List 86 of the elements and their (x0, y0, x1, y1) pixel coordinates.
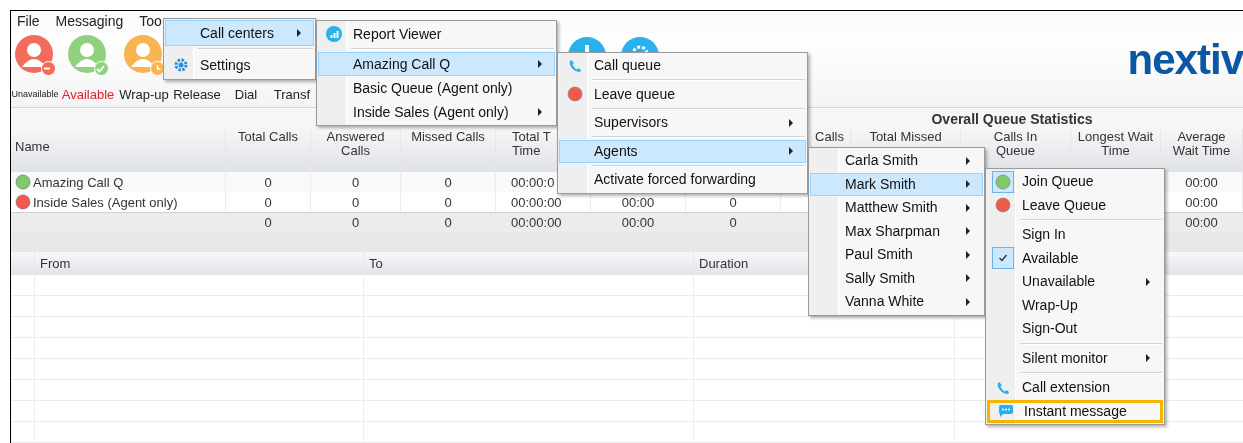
checkbox[interactable] (992, 247, 1014, 270)
menu-item[interactable]: Call centers (165, 20, 314, 46)
toolbar-button-label[interactable]: Transf (273, 84, 311, 105)
menu-item[interactable]: Paul Smith (810, 243, 983, 267)
column-header[interactable]: Total Missed (869, 130, 942, 145)
table-cell-text: 0 (351, 193, 360, 212)
menu-item[interactable]: Activate forced forwarding (559, 168, 806, 192)
column-header[interactable]: To (369, 253, 383, 274)
menu-item[interactable]: Max Sharpman (810, 219, 983, 243)
table-cell-text: 0 (264, 214, 272, 233)
column-header[interactable]: Total T Time (512, 130, 551, 159)
menu-bar-item[interactable]: Messaging (54, 11, 125, 33)
menu-item[interactable]: Sally Smith (810, 266, 983, 290)
menu-item[interactable]: Sign In (987, 223, 1163, 247)
toolbar-button-label[interactable]: Wrap-up (119, 84, 169, 105)
toolbar-button-label[interactable]: Available (61, 84, 115, 105)
table-cell-text: 0 (444, 173, 452, 192)
status-dot-icon (15, 194, 31, 211)
group-header: Overall Queue Statistics (931, 110, 1093, 130)
status-badge-icon (94, 60, 109, 76)
table-cell-text: Amazing Call Q (33, 173, 124, 192)
status-dot-icon (995, 197, 1011, 214)
logo: nextiv (1127, 34, 1243, 85)
menu-item[interactable]: Call extension (987, 376, 1163, 400)
column-header[interactable]: Missed Calls (411, 130, 485, 145)
menu-item[interactable]: Report Viewer (318, 22, 555, 46)
table-cell-text: 0 (351, 214, 360, 233)
toolbar-button-label[interactable]: Unavailable (11, 87, 59, 102)
status-dot-icon (15, 174, 31, 191)
menu-item[interactable]: Mark Smith (810, 172, 983, 196)
menu-item[interactable]: Inside Sales (Agent only) (318, 100, 555, 124)
column-header[interactable]: From (40, 253, 71, 274)
table-cell-text: 0 (264, 173, 272, 192)
column-header[interactable]: Name (15, 140, 50, 155)
menu-item[interactable]: Wrap-Up (987, 293, 1163, 317)
column-header[interactable]: Duration (699, 253, 749, 274)
column-header[interactable]: Calls In Queue (993, 130, 1038, 159)
table-cell-text: 0 (729, 214, 737, 233)
bar-chart-icon (326, 26, 342, 42)
menu-item[interactable]: Leave Queue (987, 193, 1163, 217)
menu-item[interactable]: Instant message (987, 399, 1163, 423)
table-cell-text: 0 (351, 173, 360, 192)
phone-icon (567, 57, 583, 74)
menu-item[interactable]: Silent monitor (987, 346, 1163, 370)
menu-item[interactable]: Basic Queue (Agent only) (318, 76, 555, 100)
status-badge-icon (41, 60, 56, 76)
toolbar-button-label[interactable]: Dial (234, 84, 258, 105)
column-header[interactable]: Answered Calls (326, 130, 385, 159)
menu-bar-item[interactable]: Too (138, 11, 163, 33)
table-cell-text: 00:00:0 (511, 173, 555, 192)
chat-bubble-icon (997, 403, 1013, 420)
menu-item[interactable]: Supervisors (559, 111, 806, 135)
menu-item[interactable]: Available (987, 246, 1163, 270)
menu-item[interactable]: Amazing Call Q (318, 52, 555, 76)
menu-item[interactable]: Call queue (559, 54, 806, 78)
table-cell-text: 00:00:00 (511, 214, 562, 233)
menu-item[interactable]: Matthew Smith (810, 196, 983, 220)
menu-item[interactable]: Leave queue (559, 82, 806, 106)
table-cell-text: 00:00 (621, 214, 655, 233)
column-header[interactable]: Total Calls (238, 130, 298, 145)
column-header[interactable]: Longest Wait Time (1077, 130, 1154, 159)
menu-item[interactable]: Agents (559, 139, 806, 163)
toolbar-button-label[interactable]: Release (173, 84, 221, 105)
table-cell-text: 0 (264, 193, 272, 212)
settings-icon (173, 57, 189, 73)
table-cell-text: 00:00 (621, 193, 655, 212)
menu-item[interactable]: Sign-Out (987, 317, 1163, 341)
table-cell-text: 0 (444, 214, 452, 233)
checkmark-icon (998, 253, 1008, 264)
table-cell-text: 00:00 (1185, 193, 1218, 212)
menu-item[interactable]: Settings (165, 52, 314, 78)
table-cell-text: 00:00:00 (511, 193, 562, 212)
menu-item[interactable]: Join Queue (987, 170, 1163, 194)
menu-item[interactable]: Carla Smith (810, 149, 983, 173)
menu-item[interactable]: Vanna White (810, 290, 983, 314)
phone-icon (995, 379, 1011, 396)
menu-item[interactable]: Unavailable (987, 270, 1163, 294)
menu-bar-item[interactable]: File (16, 11, 41, 33)
status-dot-icon (567, 86, 583, 103)
table-cell-text: 0 (444, 193, 452, 212)
column-header[interactable]: Average Wait Time (1172, 130, 1231, 159)
table-cell-text: 00:00 (1185, 173, 1218, 192)
table-cell-text: 00:00 (1185, 214, 1218, 233)
column-header[interactable]: Calls (815, 130, 844, 145)
table-cell-text: Inside Sales (Agent only) (33, 193, 178, 212)
table-cell-text: 0 (729, 193, 737, 212)
